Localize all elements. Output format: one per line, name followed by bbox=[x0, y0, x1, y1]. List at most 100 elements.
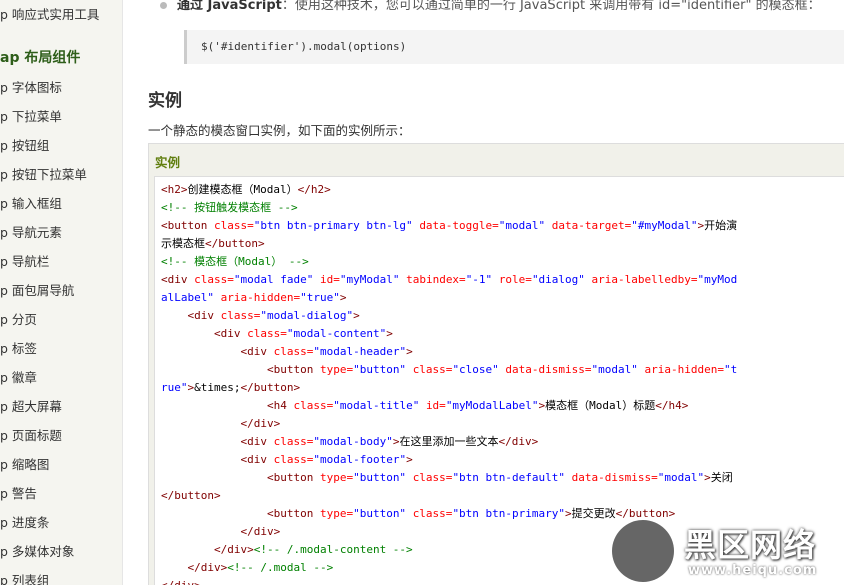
code-line: </div> bbox=[161, 415, 844, 433]
code-line: <button type="button" class="btn btn-def… bbox=[161, 469, 844, 487]
code-token: 提交更改 bbox=[571, 507, 616, 520]
sidebar-item[interactable]: p 面包屑导航 bbox=[0, 276, 122, 305]
code-token: > bbox=[339, 291, 347, 304]
code-token: type= bbox=[319, 507, 354, 520]
code-token: "dialog" bbox=[531, 273, 592, 286]
sidebar-item[interactable]: p 超大屏幕 bbox=[0, 392, 122, 421]
code-token: "modal fade" bbox=[233, 273, 320, 286]
sidebar-item[interactable]: p 警告 bbox=[0, 479, 122, 508]
code-token: aria-hidden= bbox=[644, 363, 724, 376]
sidebar-item[interactable]: p 导航元素 bbox=[0, 218, 122, 247]
code-token: 示模态框 bbox=[161, 237, 205, 250]
code-token: </div> bbox=[161, 579, 201, 585]
code-token: "modal-header" bbox=[313, 345, 407, 358]
bullet-item: 通过 JavaScript：使用这种技术，您可以通过简单的一行 JavaScri… bbox=[160, 0, 821, 13]
code-snippet: $('#identifier').modal(options) bbox=[184, 30, 844, 64]
code-line: <div class="modal-footer"> bbox=[161, 451, 844, 469]
sidebar-item[interactable]: p 字体图标 bbox=[0, 73, 122, 102]
code-token: </button> bbox=[161, 489, 221, 502]
sidebar-item[interactable]: p 标签 bbox=[0, 334, 122, 363]
code-token: <h4 bbox=[266, 399, 294, 412]
code-token: <div bbox=[240, 345, 274, 358]
code-token: <div bbox=[187, 309, 221, 322]
code-token: "myModalLabel" bbox=[445, 399, 539, 412]
code-token: "#myModal" bbox=[631, 219, 698, 232]
code-token: <!-- 模态框（Modal） --> bbox=[161, 255, 309, 268]
watermark-text: 黑区网络 bbox=[684, 526, 817, 564]
code-line: <!-- 模态框（Modal） --> bbox=[161, 253, 844, 271]
code-token: > bbox=[406, 453, 413, 466]
code-token: 模态框（Modal）标题 bbox=[545, 399, 656, 412]
sidebar-item[interactable]: p 输入框组 bbox=[0, 189, 122, 218]
code-token: <h2> bbox=[161, 183, 188, 196]
code-token: "modal-title" bbox=[333, 399, 426, 412]
sidebar-section-header: ap 布局组件 bbox=[0, 50, 81, 66]
sidebar-item[interactable]: p 下拉菜单 bbox=[0, 102, 122, 131]
code-token: </div> bbox=[213, 543, 254, 556]
code-token: "myMod bbox=[697, 273, 738, 286]
code-token: <!-- /.modal-content --> bbox=[253, 543, 413, 556]
code-token: <div bbox=[240, 453, 274, 466]
code-token: "modal" bbox=[498, 219, 552, 232]
sidebar-list: p 字体图标 p 下拉菜单 p 按钮组 p 按钮下拉菜单 p 输入框组 p 导航元素 p 导… bbox=[0, 73, 122, 585]
code-line: <button class="btn btn-primary btn-lg" d… bbox=[161, 217, 844, 235]
code-token: > bbox=[386, 327, 393, 340]
watermark-url: www.heiqu.com bbox=[688, 563, 818, 578]
code-token: id= bbox=[319, 273, 340, 286]
sidebar-item[interactable]: p 列表组 bbox=[0, 566, 122, 585]
section-title: 实例 bbox=[148, 91, 182, 111]
code-token: </div> bbox=[187, 561, 228, 574]
code-token: role= bbox=[498, 273, 532, 286]
code-token: > bbox=[704, 471, 711, 484]
code-token: type= bbox=[319, 471, 354, 484]
code-token: <!-- 按钮触发模态框 --> bbox=[161, 201, 298, 214]
sidebar-item[interactable]: p 徽章 bbox=[0, 363, 122, 392]
code-token: <div bbox=[213, 327, 248, 340]
code-token: "btn btn-primary" bbox=[452, 507, 566, 520]
bullet-text: ：使用这种技术，您可以通过简单的一行 JavaScript 来调用带有 id="… bbox=[281, 0, 821, 13]
sidebar-item[interactable]: p 多媒体对象 bbox=[0, 537, 122, 566]
code-line: 示模态框</button> bbox=[161, 235, 844, 253]
code-token: <button bbox=[266, 507, 320, 520]
sidebar: p 响应式实用工具 ap 布局组件 p 字体图标 p 下拉菜单 p 按钮组 p 按钮下… bbox=[0, 0, 123, 585]
code-token: 关闭 bbox=[710, 471, 733, 484]
code-token: > bbox=[565, 507, 572, 520]
code-token: data-dismiss= bbox=[571, 471, 658, 484]
code-token: &times; bbox=[194, 381, 241, 394]
sidebar-item[interactable]: p 按钮下拉菜单 bbox=[0, 160, 122, 189]
code-token: "button" bbox=[353, 471, 413, 484]
code-token: id= bbox=[425, 399, 446, 412]
sidebar-item-responsive-utilities[interactable]: p 响应式实用工具 bbox=[0, 0, 122, 30]
sidebar-item[interactable]: p 页面标题 bbox=[0, 421, 122, 450]
code-line: <div class="modal-content"> bbox=[161, 325, 844, 343]
code-token: class= bbox=[412, 507, 453, 520]
code-token: class= bbox=[273, 435, 314, 448]
code-token: <div bbox=[161, 273, 195, 286]
code-token: class= bbox=[194, 273, 234, 286]
sidebar-item[interactable]: p 导航栏 bbox=[0, 247, 122, 276]
code-token: aria-hidden= bbox=[220, 291, 301, 304]
code-token: 在这里添加一些文本 bbox=[399, 435, 499, 448]
code-token: "myModal" bbox=[339, 273, 407, 286]
code-token: class= bbox=[273, 345, 314, 358]
code-token: data-dismiss= bbox=[505, 363, 592, 376]
code-token: "button" bbox=[353, 363, 413, 376]
code-token: </div> bbox=[498, 435, 539, 448]
code-token: "button" bbox=[353, 507, 413, 520]
code-token: "modal-content" bbox=[286, 327, 387, 340]
sidebar-item[interactable]: p 进度条 bbox=[0, 508, 122, 537]
sidebar-item[interactable]: p 分页 bbox=[0, 305, 122, 334]
code-token: "t bbox=[723, 363, 738, 376]
sidebar-item[interactable]: p 按钮组 bbox=[0, 131, 122, 160]
code-line: <button type="button" class="close" data… bbox=[161, 361, 844, 379]
code-token: "modal" bbox=[591, 363, 645, 376]
code-token: 开始演 bbox=[704, 219, 738, 232]
code-token: alLabel" bbox=[161, 291, 221, 304]
sidebar-item[interactable]: p 缩略图 bbox=[0, 450, 122, 479]
